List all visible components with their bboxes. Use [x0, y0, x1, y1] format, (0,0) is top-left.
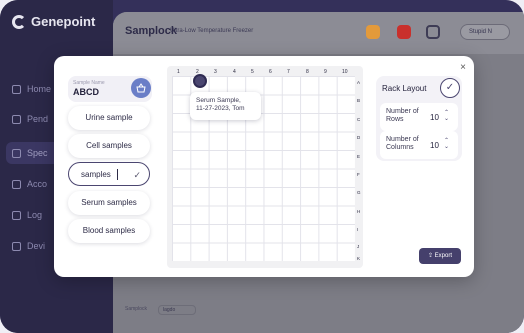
columns-label: Number of Columns	[386, 136, 419, 151]
column-label: 4	[233, 69, 236, 75]
row-label: H	[357, 209, 361, 214]
check-icon[interactable]: ✓	[133, 163, 141, 187]
basket-icon	[136, 83, 146, 93]
option-urine-sample[interactable]: Urine sample	[68, 106, 150, 130]
export-button[interactable]: ⇪ Export	[419, 248, 461, 264]
column-label: 7	[287, 69, 290, 75]
custom-sample-input[interactable]: samples ✓	[68, 162, 150, 186]
log-icon	[12, 210, 21, 220]
device-icon	[12, 241, 21, 251]
page-subtitle: Ultra-Low Temperature Freezer	[170, 28, 254, 34]
option-blood-samples[interactable]: Blood samples	[68, 219, 150, 243]
footer-text: Samplock	[125, 306, 147, 312]
stepper-arrows-icon[interactable]: ⌃ ⌄	[444, 110, 449, 122]
columns-value: 10	[430, 141, 439, 150]
brand-name: Genepoint	[31, 14, 96, 29]
stepper-arrows-icon[interactable]: ⌃ ⌄	[444, 138, 449, 150]
sample-type-button[interactable]	[131, 78, 151, 98]
pending-icon	[12, 114, 21, 124]
main-header: Samplock Ultra-Low Temperature Freezer S…	[113, 12, 524, 54]
user-menu[interactable]: Stupid N	[460, 24, 510, 40]
alert-icon[interactable]	[366, 25, 380, 39]
sidebar-item-home[interactable]: Home	[12, 84, 51, 94]
column-label: 10	[342, 69, 348, 75]
account-icon	[12, 179, 21, 189]
sidebar-item-accounts[interactable]: Acco	[12, 179, 47, 189]
sample-tooltip: Serum Sample, 11-27-2023, Tom	[190, 92, 261, 120]
rows-stepper[interactable]: Number of Rows 10 ⌃ ⌄	[380, 103, 458, 131]
sidebar-item-log[interactable]: Log	[12, 210, 42, 220]
sidebar-item-label: Devi	[27, 241, 46, 251]
tooltip-line: Serum Sample,	[196, 97, 241, 104]
sidebar-item-label: Log	[27, 210, 43, 220]
columns-stepper[interactable]: Number of Columns 10 ⌃ ⌄	[380, 131, 458, 159]
column-label: 3	[214, 69, 217, 75]
sample-name-label: Sample Name	[73, 80, 105, 86]
column-label: 6	[269, 69, 272, 75]
rows-value: 10	[430, 113, 439, 122]
column-label: 8	[306, 69, 309, 75]
sidebar-item-pending[interactable]: Pend	[12, 114, 48, 124]
row-label: F	[357, 172, 360, 177]
row-label: K	[357, 256, 361, 261]
option-serum-samples[interactable]: Serum samples	[68, 191, 150, 215]
row-label: D	[357, 135, 361, 140]
confirm-layout-button[interactable]: ✓	[440, 78, 460, 98]
row-label: A	[357, 80, 361, 85]
sample-vial[interactable]	[193, 74, 207, 88]
text-caret	[116, 169, 118, 181]
sidebar-item-label: Spec	[27, 148, 48, 158]
notification-icon[interactable]	[397, 25, 411, 39]
column-label: 1	[177, 69, 180, 75]
option-cell-samples[interactable]: Cell samples	[68, 134, 150, 158]
sample-name-field[interactable]: Sample Name ABCD	[68, 76, 152, 102]
custom-sample-text: samples	[81, 170, 111, 179]
rack-modal: × Sample Name ABCD Urine sample Cell sam…	[54, 56, 474, 277]
sidebar-item-label: Home	[27, 84, 52, 94]
rack-grid: 1 2 3 4 5 6 7 8 9 10 A B C D E F G H I J…	[167, 66, 363, 268]
footer-chip[interactable]: lagdo	[158, 305, 196, 315]
sidebar-item-devices[interactable]: Devi	[12, 241, 45, 251]
row-label: J	[357, 244, 360, 249]
row-label: G	[357, 190, 361, 195]
tooltip-line: 11-27-2023, Tom	[196, 104, 245, 112]
column-label: 5	[251, 69, 254, 75]
rows-label: Number of Rows	[386, 108, 419, 123]
row-label: E	[357, 154, 361, 159]
sample-name-value: ABCD	[73, 87, 99, 97]
row-label: I	[357, 227, 359, 232]
export-icon: ⇪	[427, 253, 435, 259]
sidebar-item-label: Acco	[27, 179, 48, 189]
row-label: B	[357, 98, 361, 103]
rack-layout-panel: Rack Layout ✓ Number of Rows 10 ⌃ ⌄ Numbe…	[376, 76, 462, 161]
logo: Genepoint	[12, 14, 95, 29]
row-label: C	[357, 117, 361, 122]
logo-icon	[12, 14, 26, 29]
export-label: Export	[434, 253, 453, 259]
close-icon[interactable]: ×	[460, 62, 466, 73]
sample-list: Sample Name ABCD Urine sample Cell sampl…	[66, 76, 154, 266]
specimen-icon	[12, 148, 21, 158]
shield-icon[interactable]	[426, 25, 440, 39]
home-icon	[12, 84, 21, 94]
rack-layout-title: Rack Layout	[382, 84, 427, 93]
column-label: 9	[324, 69, 327, 75]
sidebar-item-label: Pend	[27, 114, 49, 124]
